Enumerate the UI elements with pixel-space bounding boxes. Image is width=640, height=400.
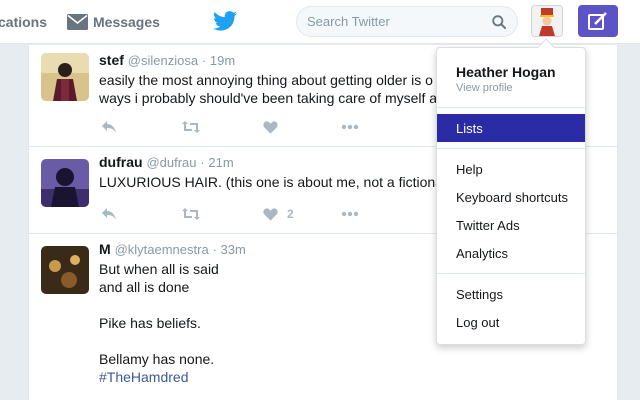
menu-item-keyboard-shortcuts[interactable]: Keyboard shortcuts xyxy=(437,183,585,211)
reply-icon xyxy=(102,208,116,220)
nav-notifications-label: cations xyxy=(0,14,48,30)
account-avatar-button[interactable] xyxy=(531,5,563,37)
nav-notifications[interactable]: cations xyxy=(0,0,47,44)
compose-tweet-icon xyxy=(588,12,607,30)
nav-messages[interactable]: Messages xyxy=(67,0,160,44)
tweet-author-name[interactable]: M xyxy=(99,241,111,257)
tweet-author-name[interactable]: dufrau xyxy=(99,154,143,170)
tweet-actions xyxy=(101,118,361,136)
tweet-avatar[interactable] xyxy=(41,53,89,101)
menu-item-settings[interactable]: Settings xyxy=(437,280,585,308)
tweet-timestamp[interactable]: 33m xyxy=(221,242,246,257)
menu-item-twitter-ads[interactable]: Twitter Ads xyxy=(437,211,585,239)
tweet-header: stef @silenziosa · 19m xyxy=(99,52,236,68)
dropdown-user-name[interactable]: Heather Hogan xyxy=(456,64,556,80)
retweet-button[interactable] xyxy=(181,205,201,223)
reply-button[interactable] xyxy=(101,118,117,136)
tweet-text-line: But when all is said xyxy=(99,261,219,277)
more-button[interactable] xyxy=(341,118,359,136)
search-box xyxy=(296,6,518,37)
avatar xyxy=(41,53,89,101)
menu-item-help[interactable]: Help xyxy=(437,155,585,183)
tweet-timestamp[interactable]: 21m xyxy=(208,155,233,170)
search-icon[interactable] xyxy=(492,15,506,29)
tweet-text-line: Bellamy has none. xyxy=(99,351,215,367)
tweet-handle[interactable]: @klytaemnestra xyxy=(115,242,209,257)
more-icon xyxy=(341,124,359,130)
retweet-button[interactable] xyxy=(181,118,201,136)
heart-icon xyxy=(263,208,278,221)
like-count: 2 xyxy=(287,207,294,221)
tweet-timestamp[interactable]: 19m xyxy=(210,53,235,68)
retweet-icon xyxy=(182,208,200,220)
heart-icon xyxy=(263,121,278,134)
search-input[interactable] xyxy=(307,7,487,36)
tweet-author-name[interactable]: stef xyxy=(99,52,124,68)
tweet-header: M @klytaemnestra · 33m xyxy=(99,241,246,257)
avatar xyxy=(532,6,562,36)
menu-divider xyxy=(437,148,585,149)
like-button[interactable] xyxy=(263,118,278,136)
menu-divider xyxy=(437,273,585,274)
retweet-icon xyxy=(182,121,200,133)
menu-item-lists[interactable]: Lists xyxy=(437,114,585,142)
tweet-hashtag-link[interactable]: #TheHamdred xyxy=(99,368,189,386)
twitter-bird-icon[interactable] xyxy=(213,10,237,32)
tweet-actions: 2 xyxy=(101,205,361,223)
avatar xyxy=(41,246,89,294)
menu-item-log-out[interactable]: Log out xyxy=(437,308,585,336)
tweet-text-line: LUXURIOUS HAIR. (this one is about me, n… xyxy=(99,174,443,190)
menu-item-analytics[interactable]: Analytics xyxy=(437,239,585,267)
tweet-avatar[interactable] xyxy=(41,159,89,207)
account-dropdown-menu: Heather Hogan View profile Lists Help Ke… xyxy=(436,38,586,345)
more-icon xyxy=(341,211,359,217)
tweet-text-line: Pike has beliefs. xyxy=(99,315,201,331)
envelope-icon xyxy=(67,14,88,30)
like-button[interactable]: 2 xyxy=(263,205,294,223)
tweet-text-line: and all is done xyxy=(99,279,190,295)
tweet-text-line: ways i probably should've been taking ca… xyxy=(99,90,438,106)
reply-icon xyxy=(102,121,116,133)
tweet-handle[interactable]: @dufrau xyxy=(146,155,196,170)
tweet-avatar[interactable] xyxy=(41,246,89,294)
top-navigation-bar: cations Messages xyxy=(0,0,640,44)
avatar xyxy=(41,159,89,207)
reply-button[interactable] xyxy=(101,205,117,223)
tweet-text-line: easily the most annoying thing about get… xyxy=(99,72,433,88)
menu-divider xyxy=(437,107,585,108)
compose-tweet-button[interactable] xyxy=(578,5,618,37)
tweet-handle[interactable]: @silenziosa xyxy=(128,53,198,68)
nav-messages-label: Messages xyxy=(93,14,160,30)
view-profile-link[interactable]: View profile xyxy=(456,82,513,94)
tweet-header: dufrau @dufrau · 21m xyxy=(99,154,234,170)
more-button[interactable] xyxy=(341,205,359,223)
